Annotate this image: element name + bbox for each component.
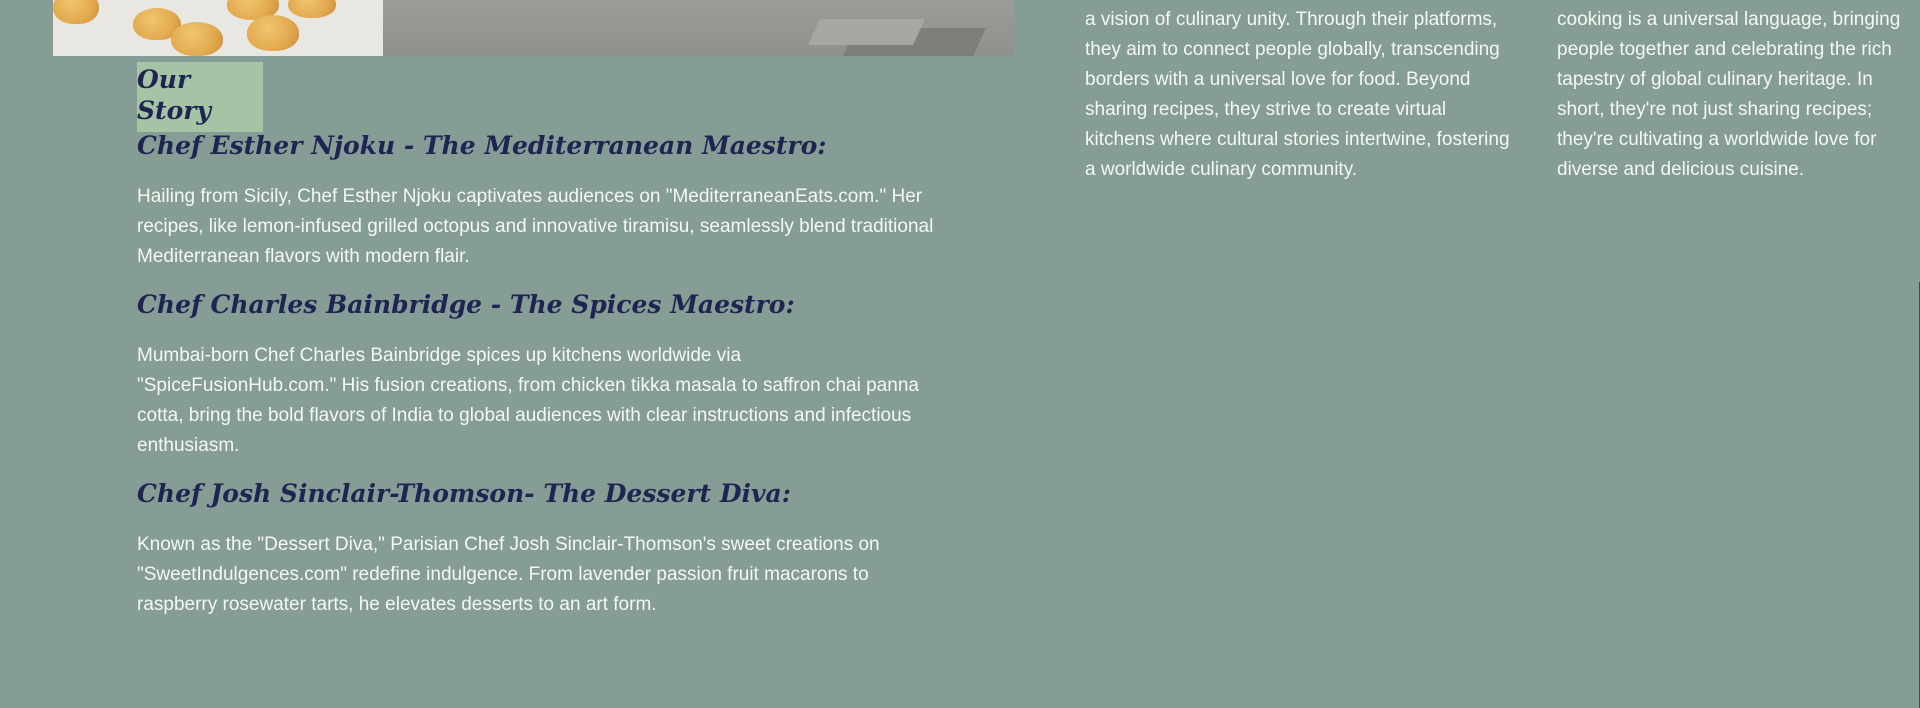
chef-description: Hailing from Sicily, Chef Esther Njoku c… [137, 186, 934, 267]
chef-section-josh-body: Known as the "Dessert Diva," Parisian Ch… [137, 530, 937, 620]
chef-description: Mumbai-born Chef Charles Bainbridge spic… [137, 345, 919, 456]
chef-section-esther-body: Hailing from Sicily, Chef Esther Njoku c… [137, 182, 937, 272]
bread-roll-image [247, 15, 299, 51]
bread-roll-image [171, 22, 223, 56]
page: Our Story Chef Esther Njoku - The Medite… [0, 0, 1920, 708]
our-story-title-line2: Story [137, 96, 211, 125]
chef-section-esther: Chef Esther Njoku - The Mediterranean Ma… [137, 130, 937, 162]
vision-text-column-1: a vision of culinary unity. Through thei… [1085, 9, 1510, 180]
chef-description: Known as the "Dessert Diva," Parisian Ch… [137, 534, 880, 615]
chef-heading: Chef Esther Njoku - The Mediterranean Ma… [137, 131, 827, 160]
chef-heading: Chef Josh Sinclair-Thomson- The Dessert … [137, 479, 791, 508]
baking-tray [807, 19, 926, 45]
chef-section-josh: Chef Josh Sinclair-Thomson- The Dessert … [137, 478, 937, 510]
chef-section-charles-body: Mumbai-born Chef Charles Bainbridge spic… [137, 341, 937, 461]
chef-heading: Chef Charles Bainbridge - The Spices Mae… [137, 290, 795, 319]
hero-image [53, 0, 1014, 56]
chef-section-charles: Chef Charles Bainbridge - The Spices Mae… [137, 289, 937, 321]
vision-text-column-2: cooking is a universal language, bringin… [1557, 9, 1901, 180]
our-story-title-line1: Our [137, 65, 191, 94]
our-story-title: Our Story [137, 64, 211, 126]
